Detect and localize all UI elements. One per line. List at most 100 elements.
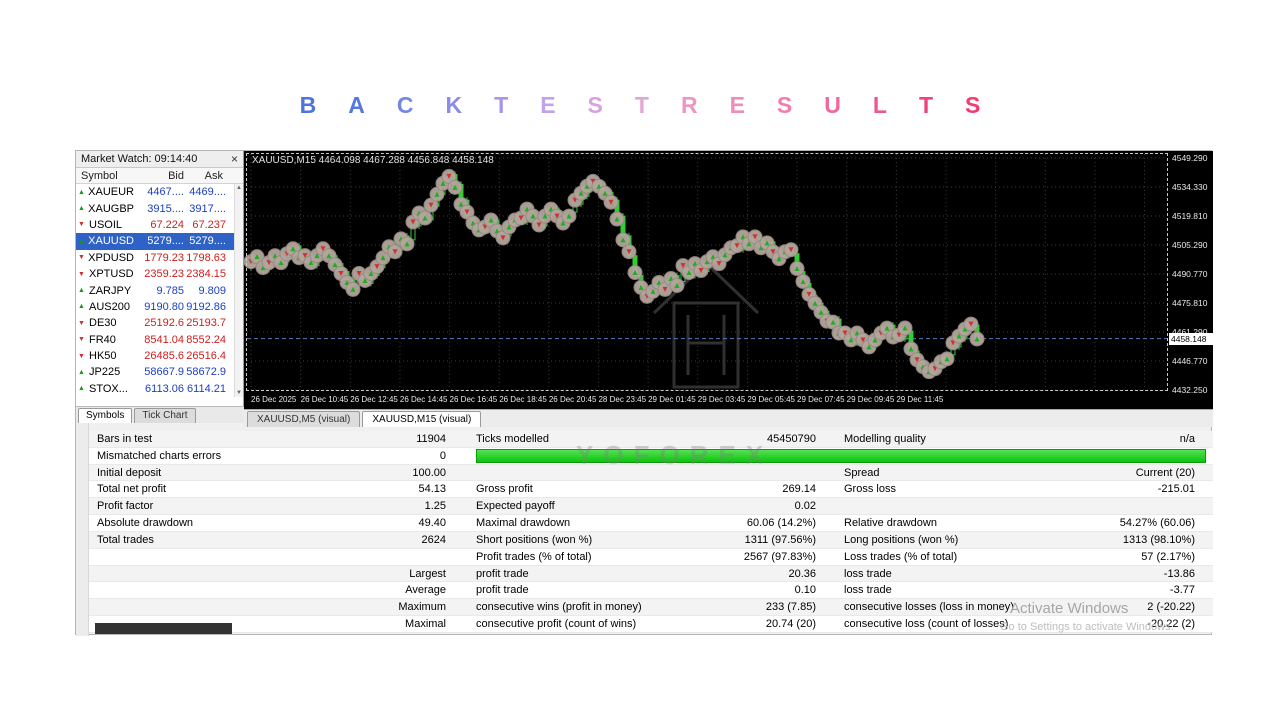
screenshot-root: BACKTESTRESULTS Market Watch: 09:14:40 ×… <box>0 0 1280 720</box>
ask-value: 9192.86 <box>184 301 228 313</box>
symbol-cell: ▲STOX... <box>76 383 134 395</box>
market-watch-row[interactable]: ▲AUS2009190.809192.86 <box>76 299 234 315</box>
bid-value: 8541.04 <box>134 334 184 346</box>
activate-windows-subtext: Go to Settings to activate Windows. <box>1000 621 1174 633</box>
toolbox-side-strip <box>76 423 89 636</box>
market-watch-titlebar: Market Watch: 09:14:40 × <box>76 151 243 168</box>
ask-value: 6114.21 <box>184 383 228 395</box>
chart-tab[interactable]: XAUUSD,M5 (visual) <box>247 411 360 427</box>
tab-tick-chart[interactable]: Tick Chart <box>134 408 195 423</box>
symbol-cell: ▲XAUGBP <box>76 203 134 215</box>
price-axis-label: 4446.770 <box>1172 356 1212 366</box>
report-label: Maximum <box>351 601 446 613</box>
market-watch-row[interactable]: ▼HK5026485.626516.4 <box>76 348 234 364</box>
chart-panel[interactable]: XAUUSD,M15 4464.098 4467.288 4456.848 44… <box>244 151 1213 409</box>
report-value: n/a <box>1044 433 1195 445</box>
tab-symbols[interactable]: Symbols <box>78 408 132 423</box>
market-watch-row[interactable]: ▼FR408541.048552.24 <box>76 332 234 348</box>
report-value: -3.77 <box>1044 584 1195 596</box>
ask-value: 4469.... <box>184 186 228 198</box>
symbol-name: JP225 <box>89 366 120 378</box>
current-price-label: 4458.148 <box>1169 333 1213 345</box>
market-watch-tabs: SymbolsTick Chart <box>76 406 244 423</box>
table-row: Absolute drawdown49.40Maximal drawdown60… <box>89 515 1213 532</box>
activate-windows-text: Activate Windows <box>1010 600 1128 617</box>
column-header-symbol: Symbol <box>76 170 136 182</box>
market-watch-panel: Market Watch: 09:14:40 × Symbol Bid Ask … <box>76 151 244 423</box>
report-label: Largest <box>351 568 446 580</box>
report-value: 0.02 <box>666 500 816 512</box>
chart-ohlc-readout: XAUUSD,M15 4464.098 4467.288 4456.848 44… <box>252 155 494 166</box>
market-watch-row[interactable]: ▲STOX...6113.066114.21 <box>76 381 234 397</box>
symbol-name: STOX... <box>89 383 128 395</box>
market-watch-row[interactable]: ▲XAUGBP3915....3917.... <box>76 200 234 216</box>
time-axis-label: 26 Dec 16:45 <box>450 395 498 404</box>
report-label: Mismatched charts errors <box>89 450 351 462</box>
report-value: Current (20) <box>1044 467 1195 479</box>
time-axis-label: 29 Dec 11:45 <box>896 395 943 404</box>
market-watch-row[interactable]: ▼USOIL67.22467.237 <box>76 217 234 233</box>
time-axis-label: 29 Dec 03:45 <box>698 395 746 404</box>
report-value: 20.74 (20) <box>666 618 816 630</box>
market-watch-row[interactable]: ▼DE3025192.625193.7 <box>76 315 234 331</box>
chart-tab[interactable]: XAUUSD,M15 (visual) <box>362 411 481 427</box>
report-label: Gross loss <box>844 483 1044 495</box>
market-watch-row[interactable]: ▼XPTUSD2359.232384.15 <box>76 266 234 282</box>
scroll-up-icon[interactable]: ▲ <box>236 185 242 191</box>
bid-value: 4467.... <box>134 186 184 198</box>
report-label: Bars in test <box>89 433 351 445</box>
ask-value: 58672.9 <box>184 366 228 378</box>
symbol-name: XAUUSD <box>88 235 134 247</box>
report-value: 0 <box>351 450 446 462</box>
close-icon[interactable]: × <box>231 154 238 164</box>
symbol-name: XPTUSD <box>89 268 134 280</box>
time-axis-label: 26 Dec 12:45 <box>350 395 398 404</box>
table-row: Profit factor1.25Expected payoff0.02 <box>89 498 1213 515</box>
report-label: Loss trades (% of total) <box>844 551 1044 563</box>
ask-value: 2384.15 <box>184 268 228 280</box>
table-row: Total net profit54.13Gross profit269.14G… <box>89 481 1213 498</box>
down-arrow-icon: ▼ <box>78 221 86 228</box>
price-axis-label: 4432.250 <box>1172 385 1212 395</box>
down-arrow-icon: ▼ <box>78 254 85 261</box>
title-letter: E <box>540 92 555 119</box>
report-label: Gross profit <box>476 483 666 495</box>
market-watch-title: Market Watch: 09:14:40 <box>81 153 197 165</box>
symbol-name: AUS200 <box>89 301 130 313</box>
report-label: Long positions (won %) <box>844 534 1044 546</box>
bid-value: 5279.... <box>134 235 184 247</box>
table-row: Bars in test11904Ticks modelled45450790M… <box>89 431 1213 448</box>
report-value: 49.40 <box>351 517 446 529</box>
report-label: Total trades <box>89 534 351 546</box>
report-label: profit trade <box>476 568 666 580</box>
title-letter: R <box>681 92 698 119</box>
time-axis-label: 28 Dec 23:45 <box>598 395 646 404</box>
market-watch-row[interactable]: ▲XAUUSD5279....5279.... <box>76 233 234 249</box>
page-title: BACKTESTRESULTS <box>0 92 1280 119</box>
scroll-down-icon[interactable]: ▼ <box>236 390 242 396</box>
report-value: 1313 (98.10%) <box>1044 534 1195 546</box>
time-axis-label: 29 Dec 01:45 <box>648 395 696 404</box>
time-axis-label: 26 Dec 14:45 <box>400 395 448 404</box>
up-arrow-icon: ▲ <box>78 238 85 245</box>
market-watch-scrollbar[interactable]: ▲ ▼ <box>234 184 243 397</box>
market-watch-row[interactable]: ▲JP22558667.958672.9 <box>76 364 234 380</box>
time-axis-label: 26 Dec 18:45 <box>499 395 547 404</box>
report-value: 45450790 <box>666 433 816 445</box>
market-watch-row[interactable]: ▼XPDUSD1779.231798.63 <box>76 250 234 266</box>
market-watch-row[interactable]: ▲XAUEUR4467....4469.... <box>76 184 234 200</box>
market-watch-row[interactable]: ▲ZARJPY9.7859.809 <box>76 282 234 298</box>
symbol-name: USOIL <box>89 219 122 231</box>
chart-plot-border <box>246 153 1168 391</box>
title-letter: K <box>446 92 463 119</box>
report-label: consecutive wins (profit in money) <box>476 601 666 613</box>
down-arrow-icon: ▼ <box>78 336 86 343</box>
report-value: 54.13 <box>351 483 446 495</box>
report-value: 2624 <box>351 534 446 546</box>
symbol-name: XPDUSD <box>88 252 134 264</box>
ask-value: 67.237 <box>184 219 228 231</box>
table-row: Mismatched charts errors0 <box>89 448 1213 465</box>
time-axis-label: 29 Dec 09:45 <box>847 395 895 404</box>
symbol-name: ZARJPY <box>89 285 131 297</box>
price-axis-label: 4519.810 <box>1172 211 1212 221</box>
